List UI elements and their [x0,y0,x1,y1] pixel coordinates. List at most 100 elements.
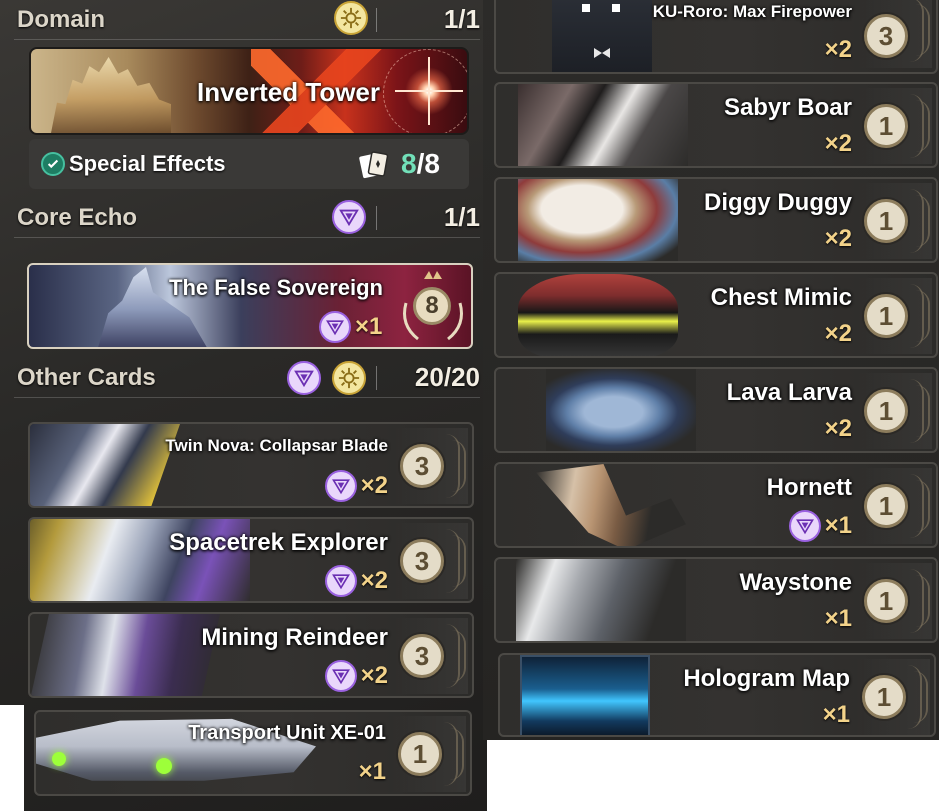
card-ku-roro[interactable]: KU-Roro: Max Firepower ×2 3 [494,0,938,74]
card-name: Chest Mimic [710,284,852,311]
diggy-duggy-artwork [518,179,678,261]
chest-mimic-artwork [518,274,678,356]
cost-frame: 1 [856,468,932,544]
card-cost: 1 [862,675,906,719]
card-cost: 8 [413,287,451,325]
card-cost: 1 [864,199,908,243]
echo-swirl-icon [324,660,357,692]
robot-eye-icon [582,4,590,12]
other-cards-section-title: Other Cards [17,364,156,391]
core-echo-section-title: Core Echo [17,204,138,231]
card-quantity: ×2 [824,130,852,157]
cost-frame: 1 [856,563,932,639]
card-name: Hologram Map [683,665,850,692]
card-quantity-row: ×2 [324,660,388,692]
card-cost: 3 [400,444,444,488]
castle-artwork [51,57,171,133]
card-name: Lava Larva [726,379,852,406]
header-divider [376,8,377,32]
check-circle-icon [41,152,65,176]
sun-compass-icon [332,361,366,395]
card-name: Hornett [766,474,852,501]
cost-frame: 1 [856,183,932,259]
card-quantity: ×2 [824,36,852,63]
card-cost: 1 [864,389,908,433]
card-spacetrek-explorer[interactable]: Spacetrek Explorer ×2 3 [28,517,474,603]
special-effects-label: Special Effects [69,151,226,176]
card-hologram-map[interactable]: Hologram Map ×1 1 [498,653,936,737]
domain-section-header: Domain 1/1 [14,0,480,40]
lava-larva-artwork [546,369,696,451]
card-cost: 1 [864,104,908,148]
cost-frame: 3 [856,0,932,68]
card-quantity: ×1 [355,313,383,340]
core-echo-count: 1/1 [443,202,480,232]
card-mining-reindeer[interactable]: Mining Reindeer ×2 3 [28,612,474,698]
card-quantity-row: ×1 [359,758,386,786]
waystone-artwork [516,559,686,641]
card-name: Twin Nova: Collapsar Blade [165,436,388,455]
other-cards-section-header: Other Cards 20/20 [14,358,480,398]
card-quantity-row: ×2 [324,470,388,502]
card-cost: 3 [400,539,444,583]
card-cost: 3 [864,14,908,58]
green-light-icon [52,752,66,766]
header-divider [376,206,377,230]
card-transport-unit[interactable]: Transport Unit XE-01 ×1 1 [34,710,472,796]
special-effects-total: /8 [416,148,440,179]
card-quantity-row: ×2 [825,225,852,253]
other-cards-count: 20/20 [414,362,480,392]
card-twin-nova[interactable]: Twin Nova: Collapsar Blade ×2 3 [28,422,474,508]
cost-frame: 1 [856,373,932,449]
domain-name: Inverted Tower [197,77,381,107]
core-echo-section-header: Core Echo 1/1 [14,198,480,238]
deck-right-panel: KU-Roro: Max Firepower ×2 3 Sabyr Boar ×… [483,0,939,740]
cost-frame: 3 [392,523,468,599]
card-quantity-row: ×1 [823,701,850,729]
card-quantity-row: ×2 [324,565,388,597]
robot-eye-icon [612,4,620,12]
special-effects-current: 8 [401,148,417,179]
card-quantity-row: ×1 [319,311,382,343]
special-effects-count: 8/8 [401,148,440,180]
card-quantity: ×1 [824,512,852,539]
card-diggy-duggy[interactable]: Diggy Duggy ×2 1 [494,177,938,263]
card-quantity-row: ×2 [825,320,852,348]
echo-swirl-icon [287,361,321,395]
card-quantity: ×2 [360,472,388,499]
domain-card-inverted-tower[interactable]: Inverted Tower [29,47,469,135]
special-effects-row[interactable]: Special Effects 8/8 [29,139,469,189]
domain-section-title: Domain [17,6,106,33]
card-sabyr-boar[interactable]: Sabyr Boar ×2 1 [494,82,938,168]
cost-frame: 1 [854,659,930,735]
core-echo-card[interactable]: The False Sovereign ×1 8 [27,263,473,349]
card-hornett[interactable]: Hornett ×1 1 [494,462,938,548]
card-cost: 1 [864,294,908,338]
cost-frame: 1 [856,278,932,354]
card-quantity: ×1 [358,758,386,785]
card-quantity: ×2 [360,567,388,594]
mining-reindeer-artwork [30,614,220,696]
card-quantity-row: ×2 [825,36,852,64]
ku-roro-artwork [552,0,652,72]
card-quantity: ×2 [824,415,852,442]
card-lava-larva[interactable]: Lava Larva ×2 1 [494,367,938,453]
star-emblem-icon [401,57,457,125]
cost-frame: 3 [392,618,468,694]
card-quantity-row: ×2 [825,130,852,158]
card-quantity: ×2 [360,662,388,689]
card-waystone[interactable]: Waystone ×1 1 [494,557,938,643]
card-name: Waystone [739,569,852,596]
cost-frame: 1 [390,716,466,792]
sabyr-boar-artwork [518,84,688,166]
card-name: Sabyr Boar [723,94,852,121]
card-name: The False Sovereign [169,275,383,300]
echo-swirl-icon [324,470,357,502]
card-chest-mimic[interactable]: Chest Mimic ×2 1 [494,272,938,358]
hologram-map-artwork [520,655,650,735]
card-name: Spacetrek Explorer [169,529,388,556]
echo-swirl-icon [788,510,821,542]
sun-compass-icon [334,1,368,35]
card-quantity: ×1 [822,701,850,728]
green-light-icon [156,758,172,774]
